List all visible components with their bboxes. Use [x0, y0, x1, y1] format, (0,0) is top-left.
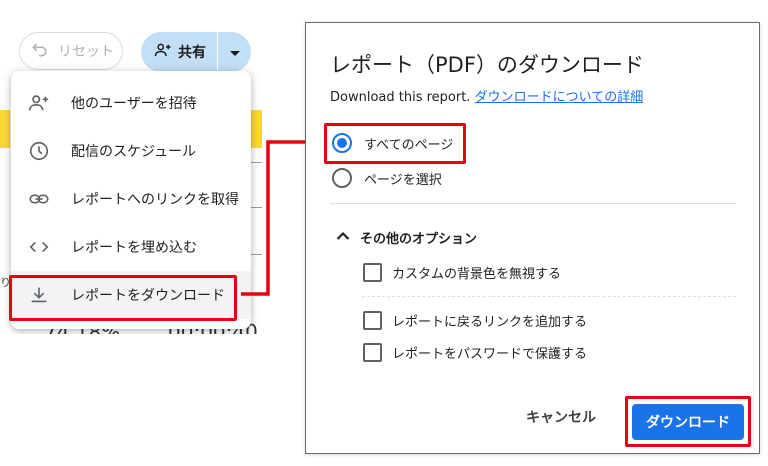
tutorial-canvas: り 74.18% 00:00:40 リセット 共有 — [0, 0, 768, 466]
share-dropdown-button[interactable] — [218, 43, 251, 62]
menu-item-schedule[interactable]: 配信のスケジュール — [11, 127, 251, 175]
radio-label: ページを選択 — [364, 172, 442, 188]
checkbox-label: レポートをパスワードで保護する — [392, 347, 588, 362]
divider — [330, 203, 736, 204]
reset-button[interactable]: リセット — [19, 32, 123, 70]
share-button-group: 共有 — [141, 32, 251, 72]
learn-more-link[interactable]: ダウンロードについての詳細 — [475, 90, 644, 105]
share-label: 共有 — [178, 45, 206, 61]
undo-icon — [30, 39, 50, 63]
checkbox[interactable] — [363, 311, 382, 330]
menu-item-invite[interactable]: 他のユーザーを招待 — [11, 79, 251, 127]
checkbox-label: カスタムの背景色を無視する — [392, 267, 562, 282]
chevron-up-icon — [336, 230, 350, 245]
menu-item-label: レポートへのリンクを取得 — [71, 192, 239, 208]
checkbox[interactable] — [363, 343, 382, 362]
menu-item-label: 他のユーザーを招待 — [71, 96, 197, 112]
report-toolbar-panel: り 74.18% 00:00:40 リセット 共有 — [0, 22, 262, 334]
checkbox[interactable] — [363, 263, 382, 282]
radio-button[interactable] — [332, 168, 352, 188]
download-dialog: レポート（PDF）のダウンロード Download this report. ダ… — [305, 22, 760, 454]
dialog-subtitle: Download this report. ダウンロードについての詳細 — [330, 86, 643, 105]
download-button[interactable]: ダウンロード — [632, 404, 744, 440]
checkbox-label: レポートに戻るリンクを追加する — [392, 315, 588, 330]
report-header-band — [0, 110, 10, 148]
person-add-icon — [154, 41, 172, 63]
subtitle-text: Download this report. — [330, 90, 471, 105]
reset-label: リセット — [58, 44, 114, 60]
cancel-button[interactable]: キャンセル — [526, 407, 596, 427]
checkbox-add-link[interactable]: レポートに戻るリンクを追加する — [363, 311, 587, 330]
menu-item-embed[interactable]: レポートを埋め込む — [11, 223, 251, 271]
clock-icon — [27, 139, 51, 163]
divider — [362, 296, 736, 297]
highlight-box — [324, 123, 466, 164]
more-options-toggle[interactable]: その他のオプション — [336, 228, 477, 247]
person-add-icon — [27, 91, 51, 115]
share-button[interactable]: 共有 — [141, 41, 217, 63]
link-icon — [27, 187, 51, 211]
menu-item-label: レポートを埋め込む — [71, 240, 197, 256]
more-options-label: その他のオプション — [360, 232, 478, 247]
menu-item-label: 配信のスケジュール — [71, 144, 197, 160]
highlight-box — [9, 275, 237, 321]
menu-item-get-link[interactable]: レポートへのリンクを取得 — [11, 175, 251, 223]
radio-select-pages[interactable]: ページを選択 — [332, 168, 442, 188]
checkbox-ignore-background[interactable]: カスタムの背景色を無視する — [363, 263, 561, 282]
caret-down-icon — [229, 43, 241, 62]
checkbox-password[interactable]: レポートをパスワードで保護する — [363, 343, 587, 362]
dialog-title: レポート（PDF）のダウンロード — [330, 53, 644, 77]
code-icon — [27, 235, 51, 259]
report-header-band — [250, 110, 262, 148]
